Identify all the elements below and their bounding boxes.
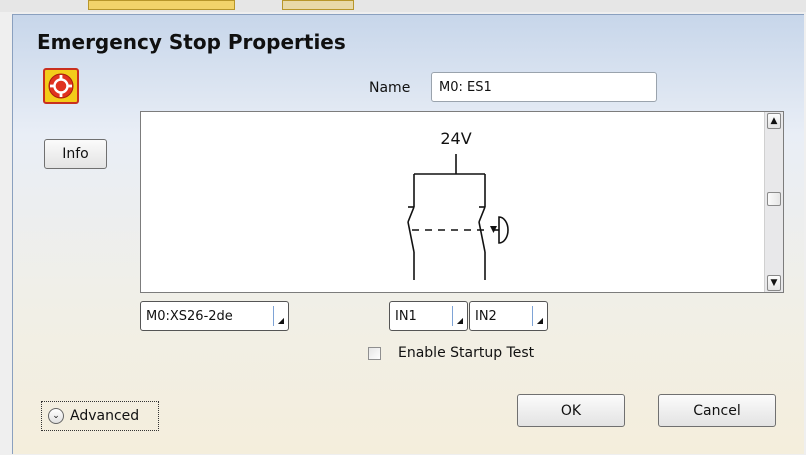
input1-select-value: IN1 bbox=[395, 308, 417, 324]
cancel-button[interactable]: Cancel bbox=[658, 394, 776, 427]
dialog-title: Emergency Stop Properties bbox=[37, 30, 346, 54]
dropdown-separator bbox=[452, 306, 453, 326]
dropdown-caret-icon[interactable]: ◢ bbox=[278, 316, 284, 325]
info-button[interactable]: Info bbox=[44, 139, 107, 169]
module-select-value: M0:XS26-2de bbox=[146, 308, 233, 324]
scroll-up-arrow-icon[interactable]: ▲ bbox=[767, 113, 781, 129]
emergency-stop-icon bbox=[43, 68, 79, 104]
advanced-toggle[interactable]: ⌄ Advanced bbox=[41, 401, 159, 431]
emergency-stop-dialog: Emergency Stop Properties Info Name M0: … bbox=[12, 14, 804, 454]
expand-chevron-icon: ⌄ bbox=[48, 408, 64, 424]
module-select[interactable]: M0:XS26-2de ◢ bbox=[140, 301, 289, 331]
advanced-label: Advanced bbox=[70, 408, 140, 424]
dropdown-separator bbox=[273, 306, 274, 326]
name-label: Name bbox=[369, 80, 411, 96]
startup-test-label: Enable Startup Test bbox=[398, 345, 535, 361]
diagram-scrollbar[interactable]: ▲ ▼ bbox=[764, 112, 783, 292]
startup-test-checkbox[interactable] bbox=[368, 346, 381, 360]
voltage-label: 24V bbox=[440, 129, 471, 148]
scroll-down-arrow-icon[interactable]: ▼ bbox=[767, 275, 781, 291]
name-input[interactable]: M0: ES1 bbox=[431, 72, 657, 102]
scrollbar-thumb[interactable] bbox=[767, 192, 781, 206]
emergency-stop-wiring-diagram: 24V bbox=[407, 129, 509, 280]
input2-select[interactable]: IN2 ◢ bbox=[469, 301, 548, 331]
ok-button[interactable]: OK bbox=[517, 394, 625, 427]
input1-select[interactable]: IN1 ◢ bbox=[389, 301, 468, 331]
background-strip bbox=[282, 0, 354, 10]
input2-select-value: IN2 bbox=[475, 308, 497, 324]
startup-test-option[interactable]: Enable Startup Test bbox=[368, 345, 534, 361]
switch-contacts-symbol bbox=[407, 154, 509, 280]
dropdown-separator bbox=[532, 306, 533, 326]
dropdown-caret-icon[interactable]: ◢ bbox=[537, 316, 543, 325]
wiring-diagram-panel: 24V ▲ ▼ bbox=[140, 111, 784, 293]
dropdown-caret-icon[interactable]: ◢ bbox=[457, 316, 463, 325]
background-yellow-strip bbox=[88, 0, 235, 10]
